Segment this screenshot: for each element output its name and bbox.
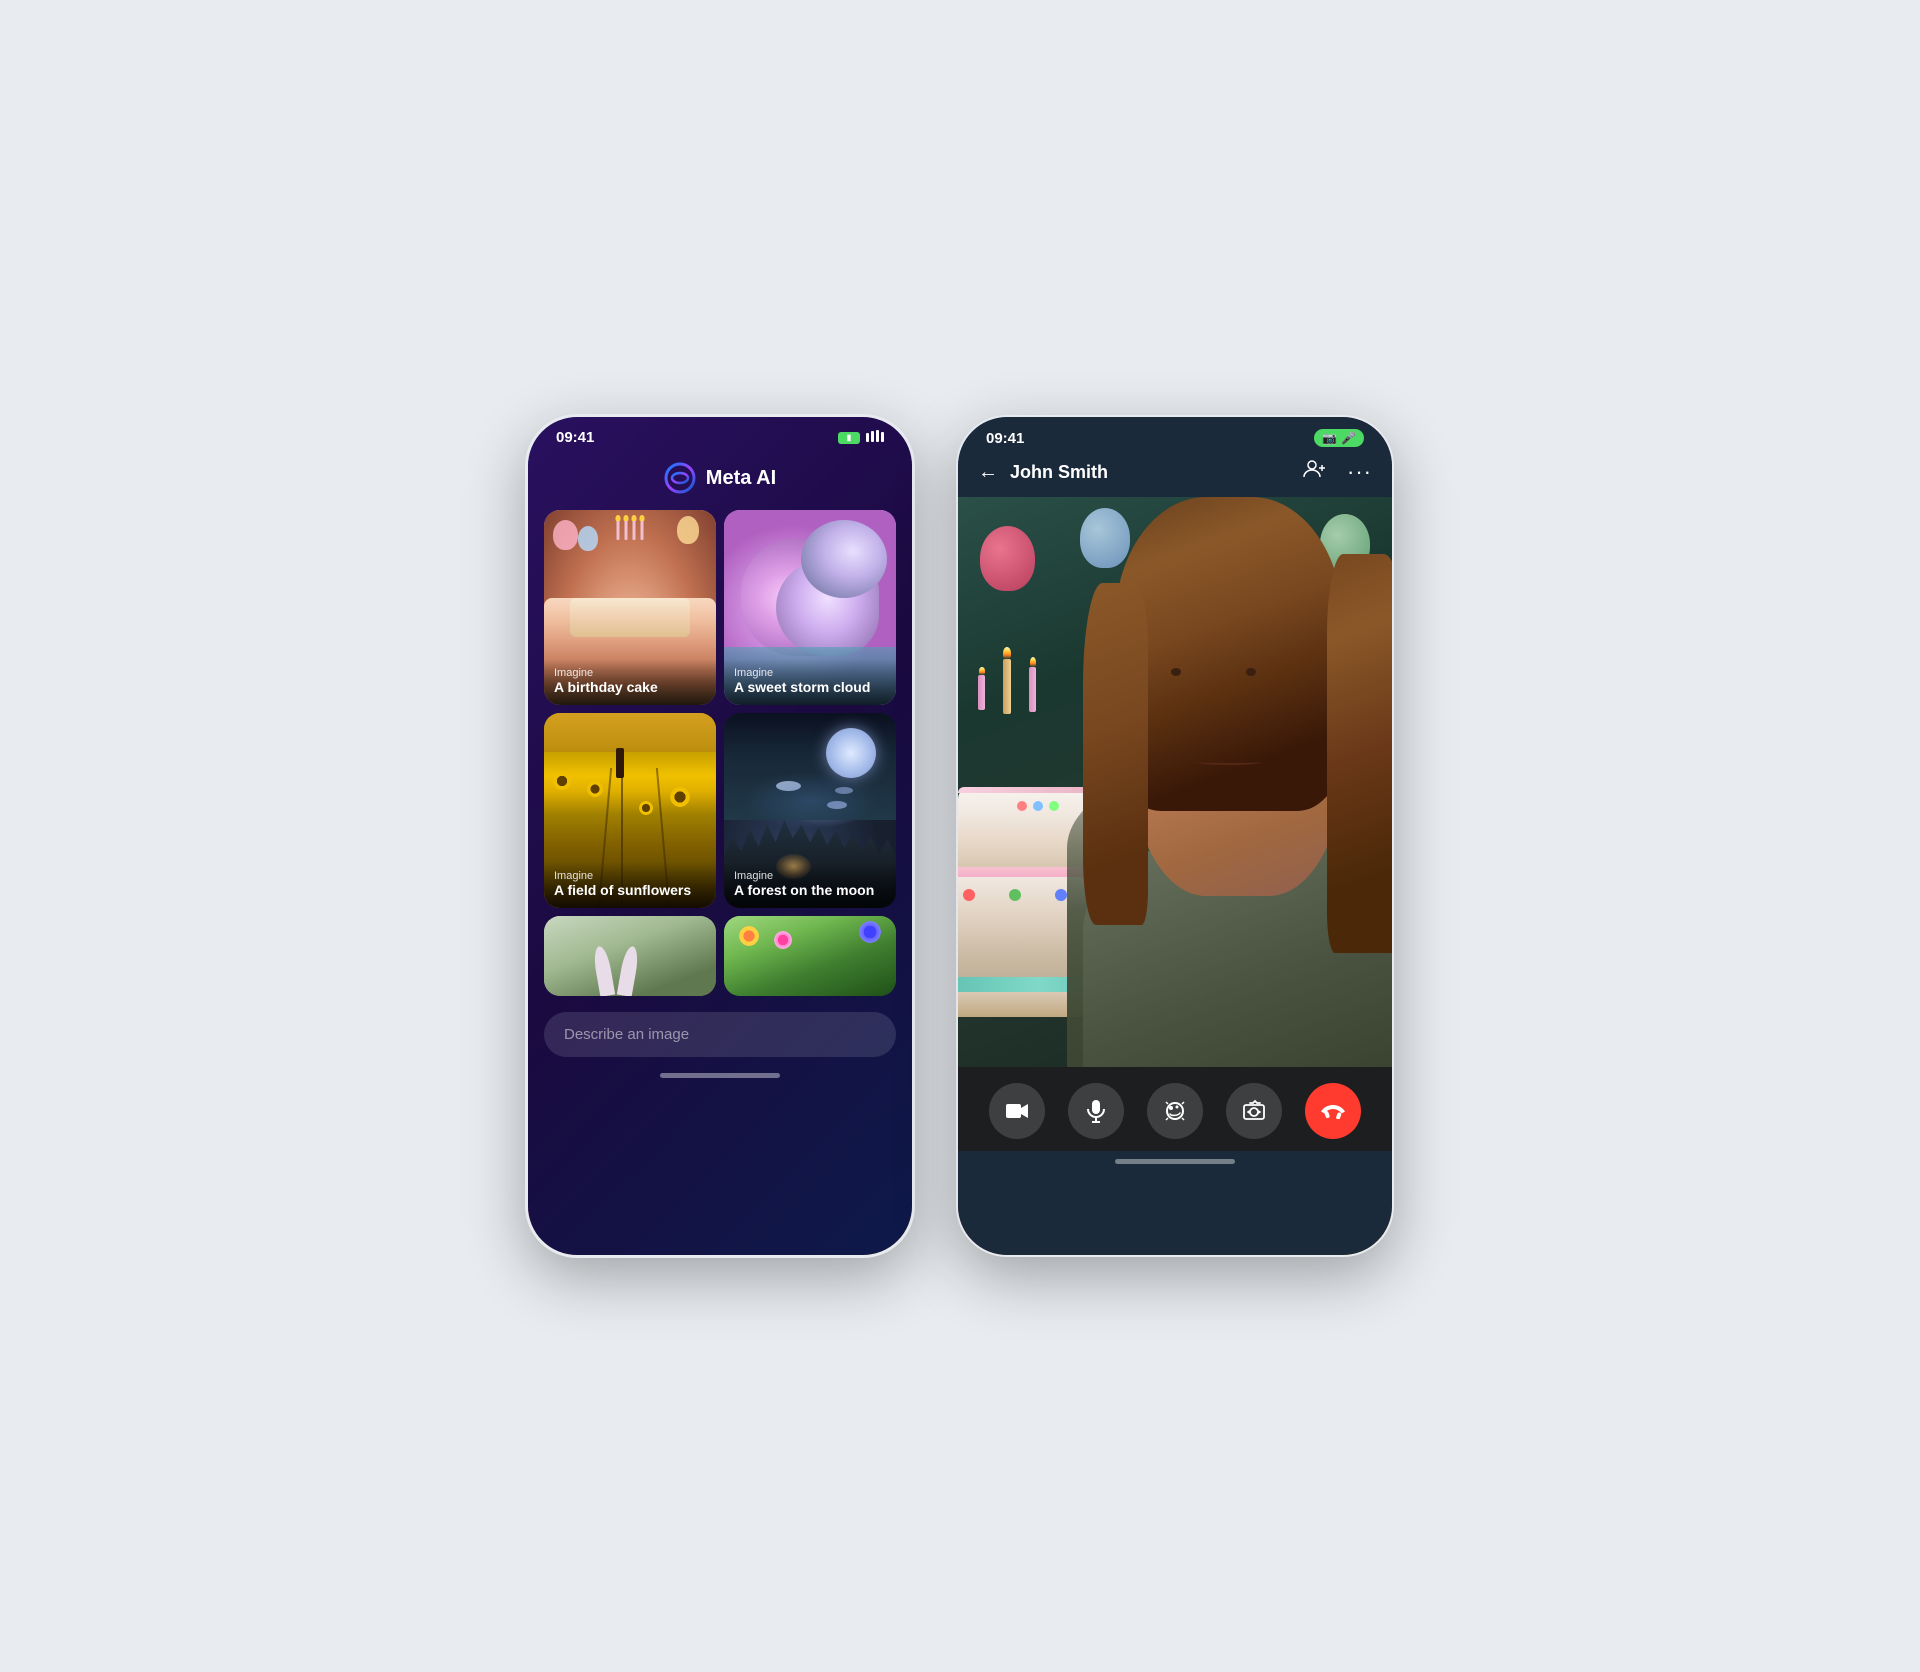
video-background <box>958 497 1392 1067</box>
meta-ai-title: Meta AI <box>706 467 776 490</box>
status-icons-right: 📷 🎤 <box>1314 429 1364 447</box>
status-bar-left: 09:41 ▮ <box>528 417 912 450</box>
meta-ai-logo-icon <box>664 462 696 494</box>
tile-cake-label: Imagine A birthday cake <box>544 659 716 705</box>
tile-moon-forest[interactable]: Imagine A forest on the moon <box>724 713 896 908</box>
home-indicator-left[interactable] <box>660 1073 780 1078</box>
call-header: ← John Smith ··· <box>958 451 1392 497</box>
ai-image-grid: Imagine A birthday cake Imagine A sweet … <box>528 510 912 908</box>
app-container: 09:41 ▮ <box>485 374 1435 1298</box>
camera-status-icon: 📷 <box>1322 431 1337 445</box>
describe-image-input[interactable]: Describe an image <box>544 1012 896 1057</box>
tile-sunflower-imagine: Imagine <box>554 870 706 882</box>
video-toggle-button[interactable] <box>989 1083 1045 1139</box>
phone-meta-ai: 09:41 ▮ <box>525 414 915 1258</box>
battery-indicator: ▮ <box>838 432 860 444</box>
mic-status-icon <box>866 429 884 446</box>
call-controls <box>958 1067 1392 1151</box>
tile-moon-imagine: Imagine <box>734 870 886 882</box>
tile-cloud-imagine: Imagine <box>734 667 886 679</box>
time-left: 09:41 <box>556 429 594 446</box>
status-icons-left: ▮ <box>838 429 884 446</box>
tile-cloud-desc: A sweet storm cloud <box>734 679 886 695</box>
mic-toggle-button[interactable] <box>1068 1083 1124 1139</box>
time-right: 09:41 <box>986 430 1024 447</box>
tile-moon-label: Imagine A forest on the moon <box>724 862 896 908</box>
partial-tile-floral[interactable] <box>724 916 896 996</box>
cake-candles-decoration <box>617 520 644 540</box>
tile-sunflowers[interactable]: Imagine A field of sunflowers <box>544 713 716 908</box>
person-on-call <box>1067 497 1393 1067</box>
add-person-button[interactable] <box>1303 459 1327 485</box>
video-feed <box>958 497 1392 1067</box>
input-area: Describe an image <box>528 996 912 1065</box>
home-indicator-right[interactable] <box>1115 1159 1235 1164</box>
caller-name: John Smith <box>1010 462 1291 483</box>
status-bar-right: 09:41 📷 🎤 <box>958 417 1392 451</box>
partial-image-row <box>528 908 912 996</box>
tile-sweet-storm-cloud[interactable]: Imagine A sweet storm cloud <box>724 510 896 705</box>
end-call-button[interactable] <box>1305 1083 1361 1139</box>
more-options-button[interactable]: ··· <box>1347 459 1372 485</box>
tile-cloud-label: Imagine A sweet storm cloud <box>724 659 896 705</box>
tile-sunflower-desc: A field of sunflowers <box>554 882 706 898</box>
tile-sunflower-label: Imagine A field of sunflowers <box>544 862 716 908</box>
flip-camera-button[interactable] <box>1226 1083 1282 1139</box>
mic-status-label: 🎤 <box>1341 431 1356 445</box>
tile-moon-desc: A forest on the moon <box>734 882 886 898</box>
back-button[interactable]: ← <box>978 461 998 484</box>
call-header-actions: ··· <box>1303 459 1372 485</box>
battery-icon-left: ▮ <box>838 432 860 444</box>
tile-cake-desc: A birthday cake <box>554 679 706 695</box>
moon-decoration <box>826 728 876 778</box>
effects-button[interactable] <box>1147 1083 1203 1139</box>
input-placeholder: Describe an image <box>564 1026 689 1043</box>
partial-tile-bunny[interactable] <box>544 916 716 996</box>
phone-video-call: 09:41 📷 🎤 ← John Smith <box>955 414 1395 1258</box>
tile-birthday-cake[interactable]: Imagine A birthday cake <box>544 510 716 705</box>
meta-ai-header: Meta AI <box>528 450 912 510</box>
tile-cake-imagine: Imagine <box>554 667 706 679</box>
